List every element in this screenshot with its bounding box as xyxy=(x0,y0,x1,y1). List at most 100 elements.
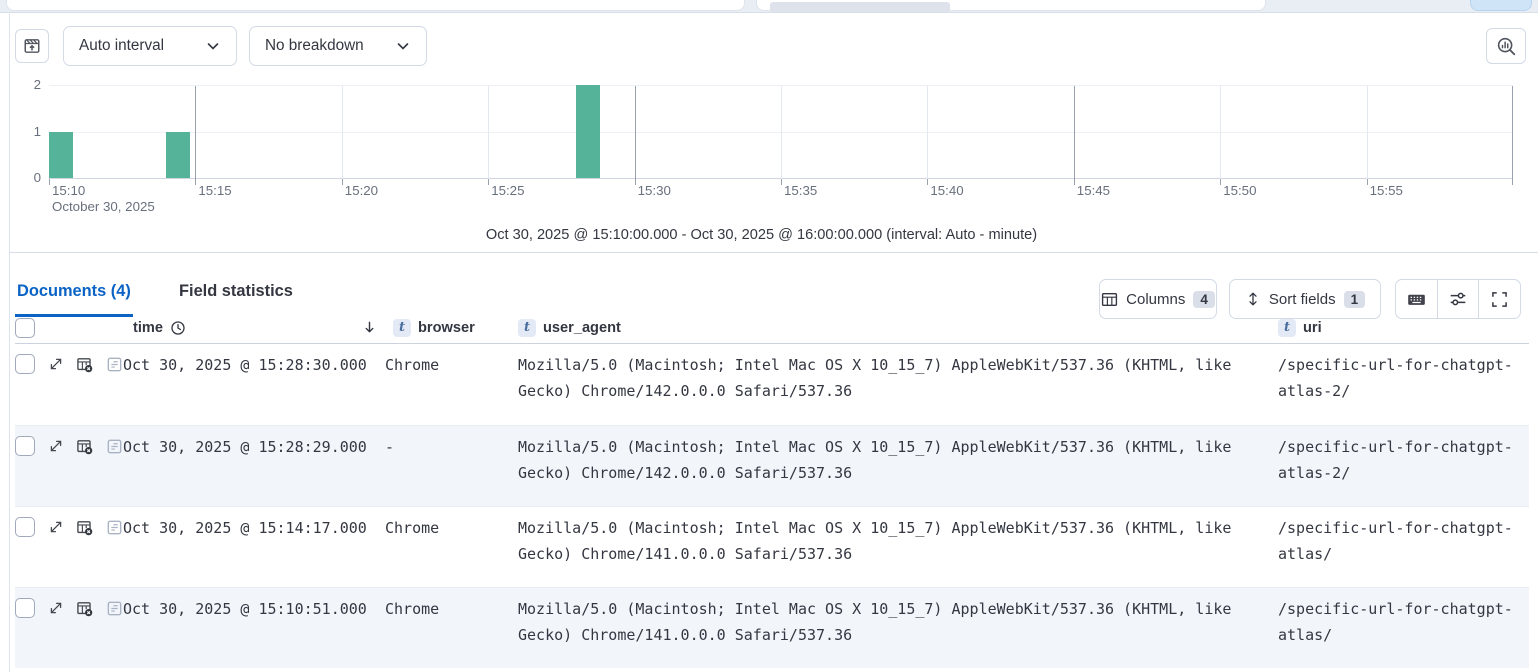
cell-time: Oct 30, 2025 @ 15:28:30.000 xyxy=(123,344,385,425)
x-axis-label: 15:30 xyxy=(638,183,671,198)
query-input[interactable] xyxy=(6,0,745,11)
column-header-uri[interactable]: t uri xyxy=(1269,319,1524,337)
browser-column-label: browser xyxy=(418,320,475,336)
x-tick-mark xyxy=(49,179,50,185)
x-gridline xyxy=(1220,86,1221,179)
inspect-button[interactable] xyxy=(1486,28,1526,64)
x-gridline xyxy=(1367,86,1368,179)
expand-row-icon[interactable] xyxy=(47,437,64,455)
query-bar-remnant xyxy=(0,0,1538,13)
x-tick-mark xyxy=(1074,179,1075,185)
x-gridline xyxy=(635,86,636,185)
x-gridline xyxy=(488,86,489,179)
edit-visualization-button[interactable] xyxy=(15,29,49,63)
cell-time: Oct 30, 2025 @ 15:10:51.000 xyxy=(123,588,385,668)
update-button[interactable] xyxy=(1470,0,1532,11)
x-axis-label: 15:35 xyxy=(784,183,817,198)
discover-panel: Auto interval No breakdown 01215:1015:15… xyxy=(9,14,1538,672)
degraded-doc-quality-icon[interactable] xyxy=(76,599,93,617)
row-checkbox[interactable] xyxy=(15,517,35,537)
x-gridline xyxy=(1074,86,1075,185)
x-axis-label: 15:25 xyxy=(491,183,524,198)
select-all-checkbox[interactable] xyxy=(15,318,35,338)
tab-documents[interactable]: Documents (4) xyxy=(15,272,133,317)
string-type-icon: t xyxy=(1278,319,1296,337)
uri-column-label: uri xyxy=(1303,320,1322,336)
x-axis-label: 15:15 xyxy=(198,183,231,198)
x-axis-label: 15:55 xyxy=(1370,183,1403,198)
histogram-chart: 01215:1015:1515:2015:2515:3015:3515:4015… xyxy=(49,86,1513,179)
sort-icon xyxy=(1245,291,1261,307)
section-divider xyxy=(10,252,1538,253)
x-tick-mark xyxy=(195,179,196,185)
interval-dropdown-label: Auto interval xyxy=(79,37,164,55)
x-axis-label: 15:20 xyxy=(345,183,378,198)
histogram-bar[interactable] xyxy=(49,132,73,179)
cell-uri: /specific-url-for-chatgpt-atlas/ xyxy=(1269,588,1524,668)
sort-fields-count-badge: 1 xyxy=(1344,291,1366,308)
x-axis-date-label: October 30, 2025 xyxy=(52,199,155,214)
breakdown-dropdown-label: No breakdown xyxy=(265,37,364,55)
cell-user-agent: Mozilla/5.0 (Macintosh; Intel Mac OS X 1… xyxy=(510,426,1269,506)
user-agent-column-label: user_agent xyxy=(543,320,621,336)
cell-browser: Chrome xyxy=(385,507,510,587)
histogram-bar[interactable] xyxy=(576,85,600,178)
expand-row-icon[interactable] xyxy=(47,518,64,536)
x-tick-mark xyxy=(488,179,489,185)
cell-browser: - xyxy=(385,426,510,506)
degraded-doc-quality-icon[interactable] xyxy=(76,355,93,373)
x-gridline xyxy=(342,86,343,179)
cell-uri: /specific-url-for-chatgpt-atlas/ xyxy=(1269,507,1524,587)
cell-time: Oct 30, 2025 @ 15:28:29.000 xyxy=(123,426,385,506)
tab-field-statistics[interactable]: Field statistics xyxy=(177,272,295,314)
table-row: Oct 30, 2025 @ 15:14:17.000 Chrome Mozil… xyxy=(15,506,1529,587)
y-axis-label: 2 xyxy=(15,77,41,92)
chevron-down-icon xyxy=(205,38,221,54)
cell-browser: Chrome xyxy=(385,588,510,668)
cell-user-agent: Mozilla/5.0 (Macintosh; Intel Mac OS X 1… xyxy=(510,588,1269,668)
column-header-user-agent[interactable]: t user_agent xyxy=(510,319,1269,337)
string-type-icon: t xyxy=(393,319,411,337)
date-quick-select[interactable] xyxy=(770,2,950,13)
cell-user-agent: Mozilla/5.0 (Macintosh; Intel Mac OS X 1… xyxy=(510,344,1269,425)
table-header: time t browser t user_agent t uri xyxy=(15,312,1529,344)
cell-uri: /specific-url-for-chatgpt-atlas-2/ xyxy=(1269,344,1524,425)
y-axis-label: 1 xyxy=(15,124,41,139)
string-type-icon: t xyxy=(518,319,536,337)
interval-dropdown[interactable]: Auto interval xyxy=(63,26,237,66)
edit-visualization-icon xyxy=(23,37,41,55)
expand-row-icon[interactable] xyxy=(47,599,64,617)
table-row: Oct 30, 2025 @ 15:10:51.000 Chrome Mozil… xyxy=(15,587,1529,668)
x-tick-mark xyxy=(342,179,343,185)
cell-browser: Chrome xyxy=(385,344,510,425)
doc-viewer-icon xyxy=(106,355,123,373)
table-columns-icon xyxy=(1101,291,1118,308)
x-axis-label: 15:40 xyxy=(930,183,963,198)
row-checkbox[interactable] xyxy=(15,436,35,456)
x-tick-mark xyxy=(635,179,636,185)
doc-viewer-icon xyxy=(106,518,123,536)
sort-desc-icon[interactable] xyxy=(362,320,377,335)
table-row: Oct 30, 2025 @ 15:28:30.000 Chrome Mozil… xyxy=(15,344,1529,425)
fullscreen-icon xyxy=(1491,291,1508,308)
column-header-browser[interactable]: t browser xyxy=(385,319,510,337)
chevron-down-icon xyxy=(395,38,411,54)
degraded-doc-quality-icon[interactable] xyxy=(76,518,93,536)
column-header-time[interactable]: time xyxy=(123,320,385,336)
columns-count-badge: 4 xyxy=(1193,291,1215,308)
histogram-bar[interactable] xyxy=(166,132,190,179)
keyboard-icon xyxy=(1407,290,1426,309)
time-column-label: time xyxy=(133,320,163,336)
degraded-doc-quality-icon[interactable] xyxy=(76,437,93,455)
breakdown-dropdown[interactable]: No breakdown xyxy=(249,26,427,66)
columns-button-label: Columns xyxy=(1126,291,1185,308)
table-body: Oct 30, 2025 @ 15:28:30.000 Chrome Mozil… xyxy=(15,344,1529,668)
row-checkbox[interactable] xyxy=(15,354,35,374)
expand-row-icon[interactable] xyxy=(47,355,64,373)
x-tick-mark xyxy=(1367,179,1368,185)
x-tick-mark xyxy=(1220,179,1221,185)
x-axis-label: 15:10 xyxy=(52,183,85,198)
row-checkbox[interactable] xyxy=(15,598,35,618)
doc-viewer-icon xyxy=(106,599,123,617)
inspect-icon xyxy=(1496,36,1516,56)
